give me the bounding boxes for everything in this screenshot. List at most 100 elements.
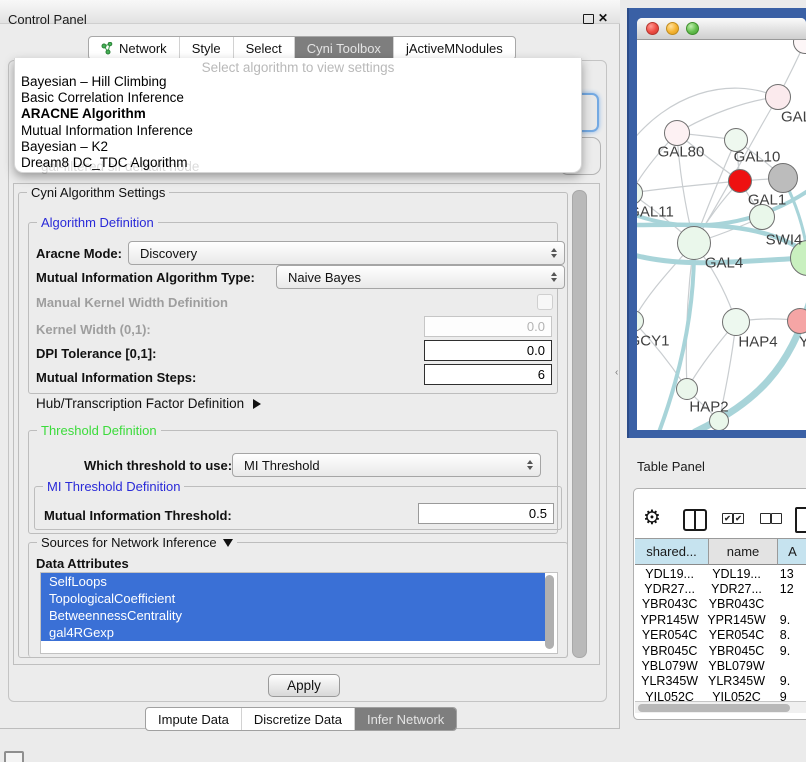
algorithm-dropdown[interactable]: Select algorithm to view settings Bayesi… xyxy=(14,58,582,173)
network-node[interactable] xyxy=(728,169,752,193)
aracne-mode-label: Aracne Mode: xyxy=(36,246,122,261)
table-row[interactable]: YBR045CYBR045C9. xyxy=(635,643,806,658)
tab-select[interactable]: Select xyxy=(233,37,294,59)
checked-checkbox-icon[interactable]: ✔ xyxy=(733,513,744,524)
settings-vertical-scrollbar[interactable] xyxy=(572,190,587,658)
network-node-hap2[interactable] xyxy=(676,378,698,400)
tab-label: Infer Network xyxy=(367,712,444,727)
manual-kernel-width-checkbox[interactable] xyxy=(537,294,553,310)
tab-label: Select xyxy=(246,41,282,56)
aracne-mode-select[interactable]: Discovery xyxy=(128,241,565,265)
attribute-item[interactable]: BetweennessCentrality xyxy=(41,607,545,624)
network-window-titlebar[interactable] xyxy=(637,18,806,40)
table-row[interactable]: YBL079WYBL079W xyxy=(635,658,806,673)
tab-label: Cyni Toolbox xyxy=(307,41,381,56)
table-row[interactable]: YDR27...YDR27...12 xyxy=(635,581,806,596)
column-header-label: A xyxy=(788,544,797,559)
which-threshold-label: Which threshold to use: xyxy=(84,458,232,473)
kernel-width-label: Kernel Width (0,1): xyxy=(36,322,151,337)
algorithm-option[interactable]: Basic Correlation Inference xyxy=(19,90,577,106)
table-horizontal-scrollbar[interactable] xyxy=(635,701,806,713)
tab-jactivemnodules[interactable]: jActiveMNodules xyxy=(393,37,515,59)
pane-collapse-icon[interactable]: ‹ xyxy=(615,367,618,378)
document-icon[interactable] xyxy=(795,507,806,533)
screen: Control Panel ✕ Network Style Select Cyni T… xyxy=(0,0,806,762)
dpi-tolerance-label: DPI Tolerance [0,1]: xyxy=(36,346,156,361)
attribute-list-scrollbar[interactable] xyxy=(545,575,554,649)
tab-style[interactable]: Style xyxy=(179,37,233,59)
node-label: GAL1 xyxy=(748,192,786,209)
apply-button[interactable]: Apply xyxy=(268,674,340,697)
network-canvas[interactable]: GALGAL80GAL10GAL11GAL1GAL4SWI4GCY1HAP4YH… xyxy=(637,40,806,430)
network-node-gal[interactable] xyxy=(765,84,791,110)
unchecked-checkbox-icon[interactable] xyxy=(771,513,782,524)
algorithm-option[interactable]: ARACNE Algorithm xyxy=(19,106,577,122)
scrollbar-thumb[interactable] xyxy=(638,704,790,712)
obscured-combo-text: gal-filtered sif default node xyxy=(41,159,199,174)
network-node-gal10[interactable] xyxy=(768,163,798,193)
gear-icon[interactable]: ⚙︎ xyxy=(643,505,661,530)
resize-grip[interactable] xyxy=(4,751,24,762)
tab-cyni-toolbox[interactable]: Cyni Toolbox xyxy=(294,37,393,59)
table-row[interactable]: YER054CYER054C8. xyxy=(635,628,806,643)
mi-algorithm-type-value: Naive Bayes xyxy=(288,270,361,285)
network-node[interactable] xyxy=(709,411,729,430)
attribute-item[interactable]: gal4RGexp xyxy=(41,624,545,641)
bottom-tab-discretize-data[interactable]: Discretize Data xyxy=(241,708,354,730)
node-label: GAL xyxy=(781,109,806,126)
table-body[interactable]: YDL19...YDL19...13YDR27...YDR27...12YBR0… xyxy=(635,566,806,702)
float-window-icon[interactable] xyxy=(583,14,594,24)
algorithm-option[interactable]: Bayesian – Hill Climbing xyxy=(19,74,577,90)
attribute-item[interactable]: TopologicalCoefficient xyxy=(41,590,545,607)
network-node-hap4[interactable] xyxy=(722,308,750,336)
tab-label: Style xyxy=(192,41,221,56)
which-threshold-value: MI Threshold xyxy=(244,458,320,473)
bottom-tab-impute-data[interactable]: Impute Data xyxy=(146,708,241,730)
zoom-traffic-light-icon[interactable] xyxy=(686,22,699,35)
sources-legend[interactable]: Sources for Network Inference xyxy=(37,535,237,550)
close-traffic-light-icon[interactable] xyxy=(646,22,659,35)
checked-checkbox-icon[interactable]: ✔ xyxy=(722,513,733,524)
mi-steps-label: Mutual Information Steps: xyxy=(36,370,196,385)
network-view-window: GALGAL80GAL10GAL11GAL1GAL4SWI4GCY1HAP4YH… xyxy=(637,18,806,430)
table-cell: YBR043C xyxy=(635,597,704,611)
collapse-down-icon xyxy=(223,539,233,547)
network-node-y[interactable] xyxy=(787,308,806,334)
tab-network[interactable]: Network xyxy=(89,37,179,59)
network-node-gal80[interactable] xyxy=(664,120,690,146)
column-header-shared[interactable]: shared... xyxy=(635,538,709,565)
table-row[interactable]: YDL19...YDL19...13 xyxy=(635,566,806,581)
column-header-a[interactable]: A xyxy=(778,538,806,565)
attribute-list[interactable]: SelfLoopsTopologicalCoefficientBetweenne… xyxy=(40,572,558,654)
minimize-traffic-light-icon[interactable] xyxy=(666,22,679,35)
node-label: GAL4 xyxy=(705,255,743,272)
mi-algorithm-type-select[interactable]: Naive Bayes xyxy=(276,265,565,289)
hub-definition-toggle[interactable]: Hub/Transcription Factor Definition xyxy=(36,396,261,411)
table-cell: YBR045C xyxy=(635,644,704,658)
aracne-mode-value: Discovery xyxy=(140,246,197,261)
column-header-label: name xyxy=(727,544,760,559)
dpi-tolerance-input[interactable] xyxy=(424,340,552,361)
column-header-label: shared... xyxy=(646,544,697,559)
column-header-name[interactable]: name xyxy=(709,538,778,565)
control-panel-title: Control Panel xyxy=(8,12,87,27)
algorithm-option[interactable]: Mutual Information Inference xyxy=(19,123,577,139)
mi-threshold-input[interactable] xyxy=(418,503,554,524)
attribute-item[interactable]: SelfLoops xyxy=(41,573,545,590)
kernel-width-input[interactable] xyxy=(424,316,552,337)
table-cell: YER054C xyxy=(635,628,704,642)
mi-steps-input[interactable] xyxy=(424,364,552,385)
tab-label: jActiveMNodules xyxy=(406,41,503,56)
node-label: GAL10 xyxy=(734,149,781,166)
which-threshold-select[interactable]: MI Threshold xyxy=(232,453,541,477)
table-row[interactable]: YLR345WYLR345W9. xyxy=(635,674,806,689)
algorithm-option[interactable]: Bayesian – K2 xyxy=(19,139,577,155)
table-cell: 12 xyxy=(769,582,806,596)
table-cell: YBL079W xyxy=(704,659,769,673)
unchecked-checkbox-icon[interactable] xyxy=(760,513,771,524)
close-icon[interactable]: ✕ xyxy=(598,11,608,25)
split-columns-icon[interactable] xyxy=(683,509,707,531)
bottom-tab-infer-network[interactable]: Infer Network xyxy=(354,708,456,730)
table-row[interactable]: YBR043CYBR043C xyxy=(635,597,806,612)
table-row[interactable]: YPR145WYPR145W9. xyxy=(635,612,806,627)
